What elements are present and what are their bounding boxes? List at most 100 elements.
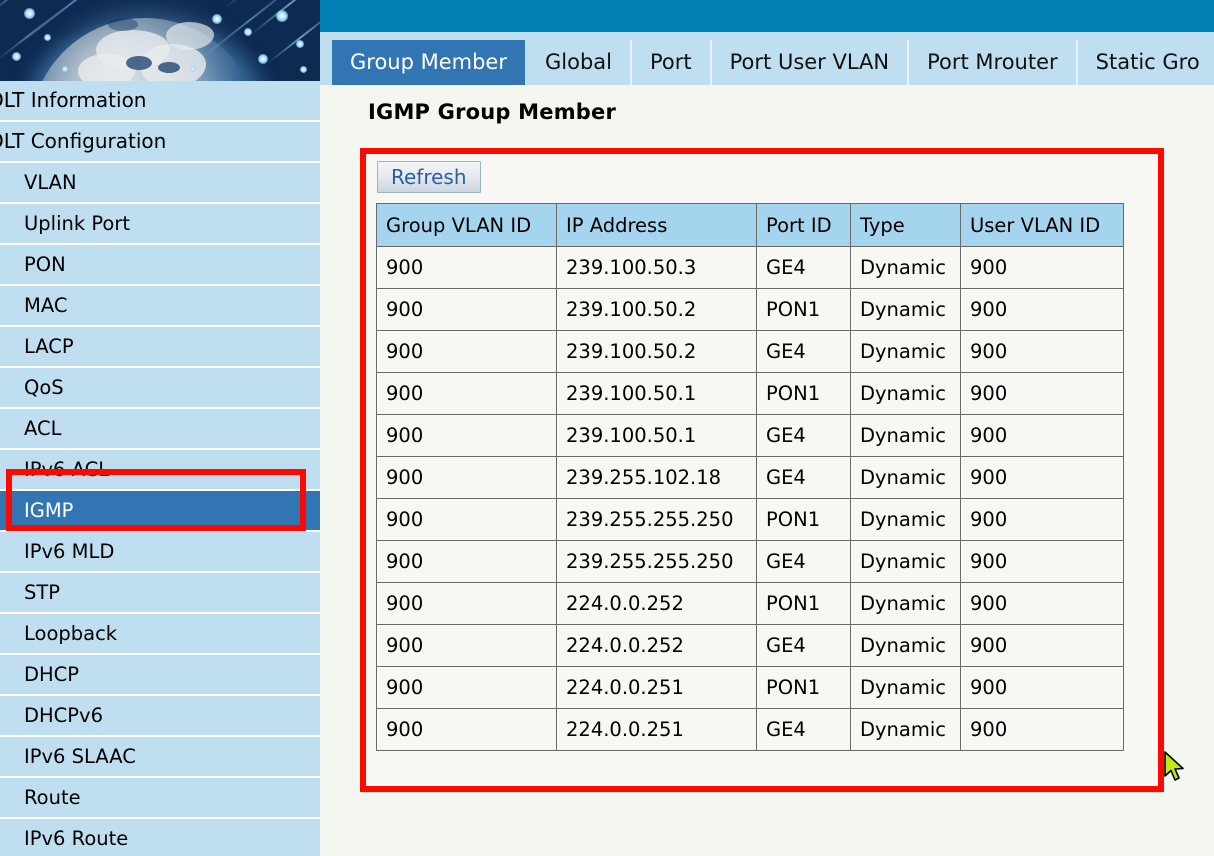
table-cell: 224.0.0.252 — [557, 625, 757, 667]
table-row: 900224.0.0.251GE4Dynamic900 — [377, 709, 1124, 751]
tab-label: Global — [545, 50, 612, 74]
sidebar-item-mac[interactable]: MAC — [0, 286, 320, 325]
table-cell: GE4 — [757, 457, 851, 499]
tab-group-member[interactable]: Group Member — [332, 40, 527, 85]
sidebar-item-vlan[interactable]: VLAN — [0, 163, 320, 202]
mouse-cursor-icon — [1163, 751, 1187, 783]
table-cell: 224.0.0.251 — [557, 667, 757, 709]
sidebar-item-ipv6-mld[interactable]: IPv6 MLD — [0, 532, 320, 571]
sidebar-item-label: DHCPv6 — [24, 704, 103, 727]
table-row: 900239.255.255.250GE4Dynamic900 — [377, 541, 1124, 583]
sidebar-item-label: IPv6 ACL — [24, 458, 109, 481]
table-cell: 900 — [377, 247, 557, 289]
table-cell: Dynamic — [851, 457, 961, 499]
table-cell: GE4 — [757, 625, 851, 667]
tab-global[interactable]: Global — [527, 40, 632, 85]
sidebar-item-label: IPv6 MLD — [24, 540, 114, 563]
table-cell: 900 — [961, 709, 1124, 751]
sidebar-item-label: IPv6 SLAAC — [24, 745, 136, 768]
column-header-group-vlan-id: Group VLAN ID — [377, 204, 557, 247]
table-cell: 900 — [377, 373, 557, 415]
table-cell: 900 — [377, 541, 557, 583]
top-header-bar — [320, 0, 1214, 32]
table-cell: 900 — [961, 457, 1124, 499]
sidebar-item-stp[interactable]: STP — [0, 573, 320, 612]
refresh-button[interactable]: Refresh — [377, 161, 481, 193]
table-cell: 900 — [961, 331, 1124, 373]
table-cell: 900 — [377, 457, 557, 499]
sidebar-item-olt-information[interactable]: OLT Information — [0, 81, 320, 120]
table-cell: 900 — [377, 331, 557, 373]
sidebar-item-pon[interactable]: PON — [0, 245, 320, 284]
sidebar-item-label: STP — [24, 581, 60, 604]
sidebar-item-label: QoS — [24, 376, 64, 399]
table-cell: 900 — [377, 667, 557, 709]
sidebar-item-acl[interactable]: ACL — [0, 409, 320, 448]
page-title: IGMP Group Member — [368, 100, 616, 124]
sidebar-item-route[interactable]: Route — [0, 778, 320, 817]
sidebar-item-dhcp[interactable]: DHCP — [0, 655, 320, 694]
table-cell: 239.100.50.3 — [557, 247, 757, 289]
table-cell: 239.255.255.250 — [557, 541, 757, 583]
sidebar-item-label: OLT Information — [0, 88, 146, 112]
table-cell: 900 — [961, 415, 1124, 457]
table-cell: 239.255.255.250 — [557, 499, 757, 541]
table-cell: 900 — [961, 247, 1124, 289]
table-cell: 900 — [377, 415, 557, 457]
table-cell: 900 — [961, 289, 1124, 331]
table-row: 900239.255.102.18GE4Dynamic900 — [377, 457, 1124, 499]
table-cell: PON1 — [757, 499, 851, 541]
table-cell: Dynamic — [851, 415, 961, 457]
sidebar-item-label: LACP — [24, 335, 74, 358]
sidebar-item-loopback[interactable]: Loopback — [0, 614, 320, 653]
column-header-user-vlan-id: User VLAN ID — [961, 204, 1124, 247]
table-cell: GE4 — [757, 247, 851, 289]
sidebar-item-label: IGMP — [24, 499, 73, 522]
tab-label: Group Member — [350, 50, 507, 74]
table-cell: Dynamic — [851, 373, 961, 415]
igmp-group-member-panel: Refresh Group VLAN IDIP AddressPort IDTy… — [362, 150, 1162, 793]
sidebar-item-label: PON — [24, 253, 66, 276]
table-cell: 900 — [961, 541, 1124, 583]
tab-port-user-vlan[interactable]: Port User VLAN — [712, 40, 909, 85]
table-cell: 239.100.50.2 — [557, 331, 757, 373]
table-row: 900239.255.255.250PON1Dynamic900 — [377, 499, 1124, 541]
tab-port-mrouter[interactable]: Port Mrouter — [909, 40, 1078, 85]
table-cell: Dynamic — [851, 541, 961, 583]
table-header-row: Group VLAN IDIP AddressPort IDTypeUser V… — [377, 204, 1124, 247]
sidebar-item-ipv6-acl[interactable]: IPv6 ACL — [0, 450, 320, 489]
table-cell: 900 — [377, 625, 557, 667]
igmp-group-member-table: Group VLAN IDIP AddressPort IDTypeUser V… — [376, 203, 1124, 751]
sidebar-item-dhcpv6[interactable]: DHCPv6 — [0, 696, 320, 735]
sidebar-item-olt-configuration[interactable]: OLT Configuration — [0, 122, 320, 161]
table-row: 900239.100.50.2GE4Dynamic900 — [377, 331, 1124, 373]
table-cell: 900 — [377, 583, 557, 625]
table-cell: GE4 — [757, 541, 851, 583]
tab-port[interactable]: Port — [632, 40, 712, 85]
sidebar-nav-list: OLT Information OLT Configuration VLANUpli… — [0, 81, 320, 856]
table-row: 900239.100.50.1PON1Dynamic900 — [377, 373, 1124, 415]
tab-label: Port User VLAN — [730, 50, 889, 74]
application-window: OLT Information OLT Configuration VLANUpli… — [0, 0, 1214, 856]
sidebar-item-igmp[interactable]: IGMP — [0, 491, 320, 530]
table-cell: GE4 — [757, 415, 851, 457]
tab-static-gro[interactable]: Static Gro — [1078, 40, 1214, 85]
sidebar-item-qos[interactable]: QoS — [0, 368, 320, 407]
table-cell: Dynamic — [851, 499, 961, 541]
sidebar: OLT Information OLT Configuration VLANUpli… — [0, 0, 320, 856]
sidebar-item-label: Route — [24, 786, 81, 809]
sidebar-item-uplink-port[interactable]: Uplink Port — [0, 204, 320, 243]
column-header-port-id: Port ID — [757, 204, 851, 247]
table-cell: PON1 — [757, 289, 851, 331]
sidebar-item-lacp[interactable]: LACP — [0, 327, 320, 366]
sidebar-item-ipv6-slaac[interactable]: IPv6 SLAAC — [0, 737, 320, 776]
table-row: 900224.0.0.252GE4Dynamic900 — [377, 625, 1124, 667]
table-cell: Dynamic — [851, 247, 961, 289]
table-cell: 239.100.50.1 — [557, 373, 757, 415]
table-row: 900239.100.50.1GE4Dynamic900 — [377, 415, 1124, 457]
table-cell: 900 — [377, 709, 557, 751]
sidebar-item-label: IPv6 Route — [24, 827, 128, 850]
sidebar-item-label: Loopback — [24, 622, 117, 645]
sidebar-item-label: OLT Configuration — [0, 129, 166, 153]
sidebar-item-ipv6-route[interactable]: IPv6 Route — [0, 819, 320, 856]
